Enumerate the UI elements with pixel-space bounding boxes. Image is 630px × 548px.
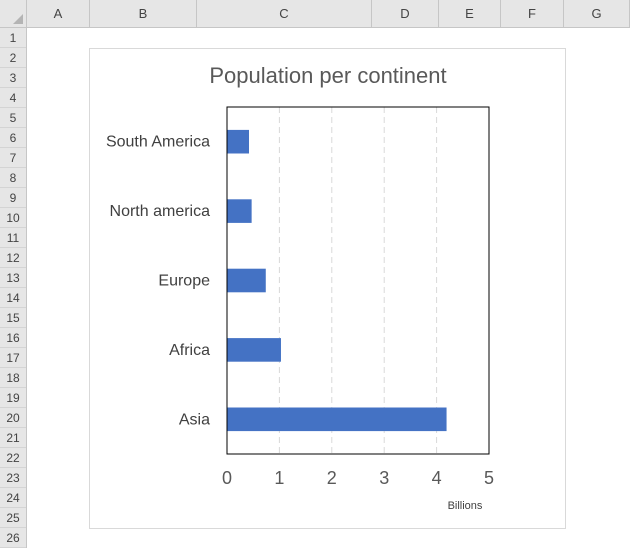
row-header-12[interactable]: 12 [0,248,26,268]
row-header-19[interactable]: 19 [0,388,26,408]
category-label: North america [110,203,211,220]
bar [227,268,266,293]
x-tick-label: 2 [327,468,337,488]
row-header-7[interactable]: 7 [0,148,26,168]
row-header-24[interactable]: 24 [0,488,26,508]
category-label: Africa [169,342,210,359]
spreadsheet: ABCDEFG 1 2 3 4 5 6 7 8 9 10 11 12 13 14 15 16 17 18 19 20 2… [0,0,630,548]
row-header-11[interactable]: 11 [0,228,26,248]
column-header-d[interactable]: D [372,0,439,27]
row-header-2[interactable]: 2 [0,48,26,68]
chart-area[interactable]: Population per continent South America Nor… [89,48,566,529]
x-tick-label: 1 [274,468,284,488]
row-header-25[interactable]: 25 [0,508,26,528]
row-header-9[interactable]: 9 [0,188,26,208]
column-header-c[interactable]: C [197,0,372,27]
row-header-23[interactable]: 23 [0,468,26,488]
row-header-22[interactable]: 22 [0,448,26,468]
column-header-f[interactable]: F [501,0,564,27]
chart-title: Population per continent [209,63,446,88]
x-tick-label: 3 [379,468,389,488]
row-header-18[interactable]: 18 [0,368,26,388]
row-header-21[interactable]: 21 [0,428,26,448]
row-header-14[interactable]: 14 [0,288,26,308]
display-units-label: Billions [448,500,483,512]
select-all-triangle-icon [13,14,23,24]
x-tick-label: 4 [432,468,442,488]
row-header-5[interactable]: 5 [0,108,26,128]
row-header-3[interactable]: 3 [0,68,26,88]
x-tick-label: 5 [484,468,494,488]
column-header-b[interactable]: B [90,0,197,27]
bar [227,338,281,362]
row-header-6[interactable]: 6 [0,128,26,148]
row-header-15[interactable]: 15 [0,308,26,328]
bar-chart: Population per continent South America Nor… [106,63,494,512]
category-label: Asia [179,411,210,428]
bar [227,407,447,432]
column-headers: ABCDEFG [27,0,630,28]
row-header-16[interactable]: 16 [0,328,26,348]
category-label: Europe [158,273,210,290]
category-label: South America [106,134,210,151]
row-header-13[interactable]: 13 [0,268,26,288]
row-header-4[interactable]: 4 [0,88,26,108]
select-all-button[interactable] [0,0,27,28]
column-header-g[interactable]: G [564,0,630,27]
bar [227,129,250,154]
row-header-26[interactable]: 26 [0,528,26,548]
row-header-8[interactable]: 8 [0,168,26,188]
column-header-e[interactable]: E [439,0,501,27]
row-headers: 1 2 3 4 5 6 7 8 9 10 11 12 13 14 15 16 17 18 19 20 21 22 23 24 2… [0,28,27,548]
x-tick-label: 0 [222,468,232,488]
column-header-a[interactable]: A [27,0,90,27]
row-header-17[interactable]: 17 [0,348,26,368]
row-header-10[interactable]: 10 [0,208,26,228]
row-header-20[interactable]: 20 [0,408,26,428]
bar [227,199,252,223]
row-header-1[interactable]: 1 [0,28,26,48]
plot-frame [226,106,490,455]
